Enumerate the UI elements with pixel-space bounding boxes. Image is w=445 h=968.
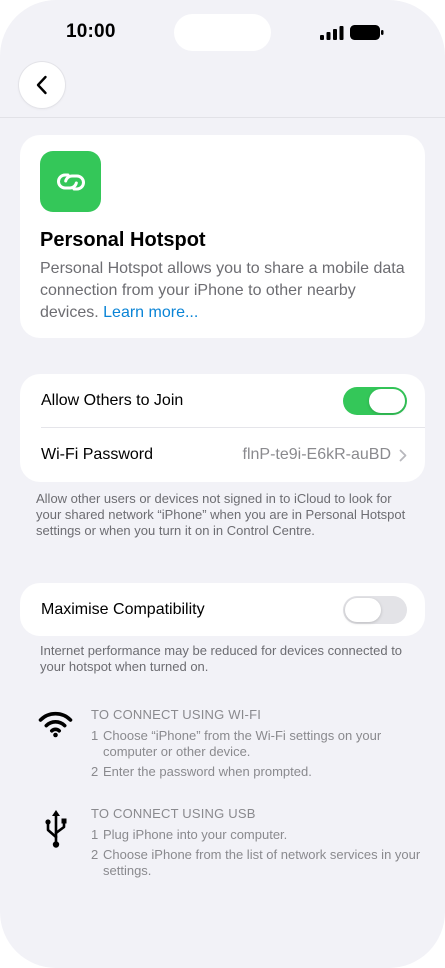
intro-description: Personal Hotspot allows you to share a m… xyxy=(40,258,405,324)
usb-icon xyxy=(45,810,67,848)
cellular-signal-icon xyxy=(320,26,344,40)
back-button[interactable] xyxy=(19,62,65,108)
list-item: 2 Enter the password when prompted. xyxy=(91,764,421,780)
toggle-knob xyxy=(369,389,405,413)
compatibility-toggle[interactable] xyxy=(343,595,407,624)
wifi-password-row[interactable]: Wi-Fi Password flnP-te9i-E6kR-auBD xyxy=(20,428,425,482)
dynamic-island xyxy=(174,14,271,51)
step-text: Choose “iPhone” from the Wi-Fi settings … xyxy=(103,728,382,759)
connect-wifi-heading: TO CONNECT USING WI-FI xyxy=(91,707,262,722)
learn-more-link[interactable]: Learn more... xyxy=(103,304,198,321)
compatibility-card: Maximise Compatibility xyxy=(20,583,425,636)
step-number: 2 xyxy=(91,764,99,779)
allow-others-row: Allow Others to Join xyxy=(20,374,425,428)
wifi-icon xyxy=(38,711,73,738)
phone-screen: 10:00 Personal Hotspot Personal Hotspot xyxy=(0,0,445,968)
compatibility-footnote: Internet performance may be reduced for … xyxy=(40,643,403,674)
nav-divider xyxy=(0,117,445,118)
step-number: 2 xyxy=(91,847,99,862)
step-text: Plug iPhone into your computer. xyxy=(103,827,288,842)
compatibility-label: Maximise Compatibility xyxy=(41,600,205,618)
step-number: 1 xyxy=(91,827,99,842)
wifi-password-value: flnP-te9i-E6kR-auBD xyxy=(242,446,392,463)
chevron-right-icon xyxy=(399,449,407,461)
toggle-knob xyxy=(345,597,381,622)
step-text: Choose iPhone from the list of network s… xyxy=(103,847,421,878)
intro-card: Personal Hotspot Personal Hotspot allows… xyxy=(20,135,425,338)
list-item: 1 Choose “iPhone” from the Wi-Fi setting… xyxy=(91,728,421,760)
connect-usb-text: TO CONNECT USING USB 1 Plug iPhone into … xyxy=(91,806,421,883)
wifi-password-label: Wi-Fi Password xyxy=(41,446,154,463)
step-text: Enter the password when prompted. xyxy=(103,764,312,779)
link-glyph-icon xyxy=(56,173,85,190)
hotspot-link-icon xyxy=(40,151,101,212)
chevron-left-icon xyxy=(36,75,47,95)
allow-others-footnote: Allow other users or devices not signed … xyxy=(36,491,406,538)
allow-others-label: Allow Others to Join xyxy=(41,392,184,409)
compatibility-row: Maximise Compatibility xyxy=(20,583,425,636)
page-title: Personal Hotspot xyxy=(40,229,206,251)
list-item: 1 Plug iPhone into your computer. xyxy=(91,827,421,843)
intro-description-text: Personal Hotspot allows you to share a m… xyxy=(40,260,405,321)
battery-icon xyxy=(350,25,384,40)
settings-card: Allow Others to Join Wi-Fi Password flnP… xyxy=(20,374,425,482)
status-time: 10:00 xyxy=(66,21,116,42)
allow-others-toggle[interactable] xyxy=(343,387,407,415)
connect-wifi-text: TO CONNECT USING WI-FI 1 Choose “iPhone”… xyxy=(91,707,421,784)
connect-usb-heading: TO CONNECT USING USB xyxy=(91,806,256,821)
list-item: 2 Choose iPhone from the list of network… xyxy=(91,847,421,879)
step-number: 1 xyxy=(91,728,99,743)
